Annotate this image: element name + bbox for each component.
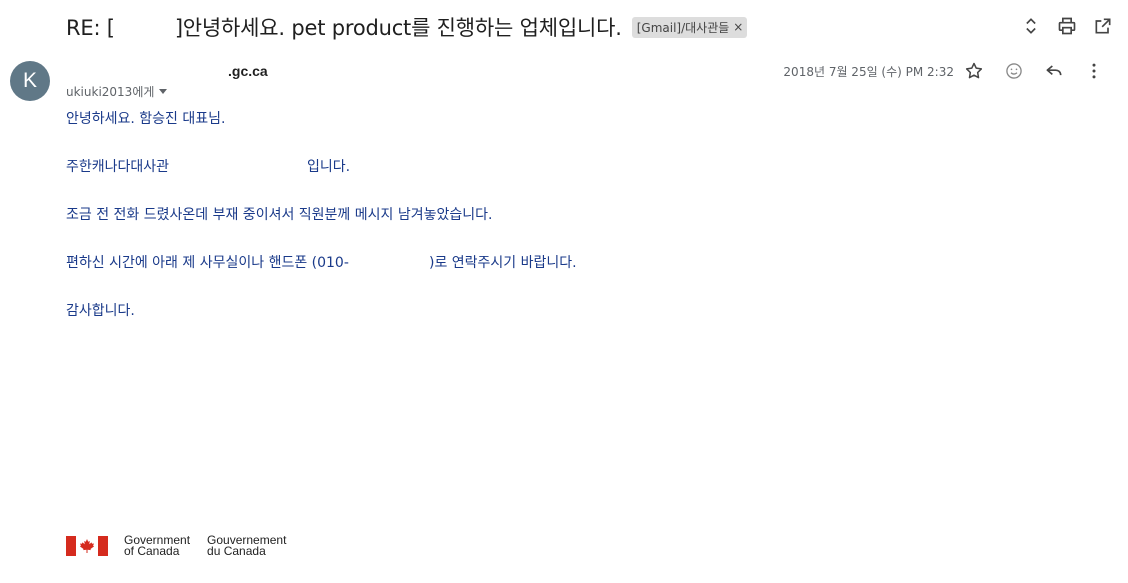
email-subject: RE: [ ]안녕하세요. pet product를 진행하는 업체입니다. — [66, 12, 622, 42]
subject-text: ]안녕하세요. pet product를 진행하는 업체입니다. — [174, 16, 622, 40]
body-line: 감사합니다. — [66, 303, 135, 319]
chevron-down-icon[interactable] — [159, 89, 168, 94]
more-vert-icon[interactable] — [1074, 60, 1114, 82]
recipient-text: ukiuki2013에게 — [66, 85, 155, 99]
message-date: 2018년 7월 25일 (수) PM 2:32 — [783, 65, 954, 79]
subject-prefix: RE: [ — [66, 16, 115, 40]
emoji-icon[interactable] — [994, 60, 1034, 82]
body-line: 주한캐나다대사관 입니다. — [66, 159, 351, 175]
remove-label-icon[interactable]: × — [733, 20, 743, 34]
avatar-letter: K — [22, 69, 37, 92]
label-chip-text: [Gmail]/대사관들 — [636, 20, 730, 35]
government-of-canada-logo: Government of Canada Gouvernement du Can… — [66, 534, 286, 558]
print-icon[interactable] — [1056, 15, 1078, 37]
message-actions — [954, 60, 1114, 82]
gov-logo-english: Government of Canada — [124, 534, 190, 558]
sender-name[interactable]: .gc.ca — [228, 63, 268, 79]
expand-collapse-icon[interactable] — [1020, 15, 1042, 37]
body-line: 조금 전 전화 드렸사온데 부재 중이셔서 직원분께 메시지 남겨놓았습니다. — [66, 207, 493, 223]
star-icon[interactable] — [954, 60, 994, 82]
avatar[interactable]: K — [10, 61, 50, 101]
email-body: 안녕하세요. 함승진 대표님. 주한캐나다대사관 입니다. 조금 전 전화 드렸… — [66, 110, 577, 350]
thread-actions — [1020, 15, 1114, 37]
label-chip[interactable]: [Gmail]/대사관들 × — [631, 16, 748, 38]
gov-logo-french: Gouvernement du Canada — [207, 534, 286, 558]
email-subject-row: RE: [ ]안녕하세요. pet product를 진행하는 업체입니다. [G… — [66, 12, 748, 42]
gov-logo-fr-line2: du Canada — [207, 544, 266, 558]
body-line: 편하신 시간에 아래 제 사무실이나 핸드폰 (010- )로 연락주시기 바랍… — [66, 255, 577, 271]
body-line: 안녕하세요. 함승진 대표님. — [66, 111, 226, 127]
reply-icon[interactable] — [1034, 60, 1074, 82]
canada-flag-icon — [66, 536, 108, 556]
open-in-new-window-icon[interactable] — [1092, 15, 1114, 37]
gov-logo-en-line2: of Canada — [124, 544, 180, 558]
recipient-line[interactable]: ukiuki2013에게 — [66, 83, 168, 100]
